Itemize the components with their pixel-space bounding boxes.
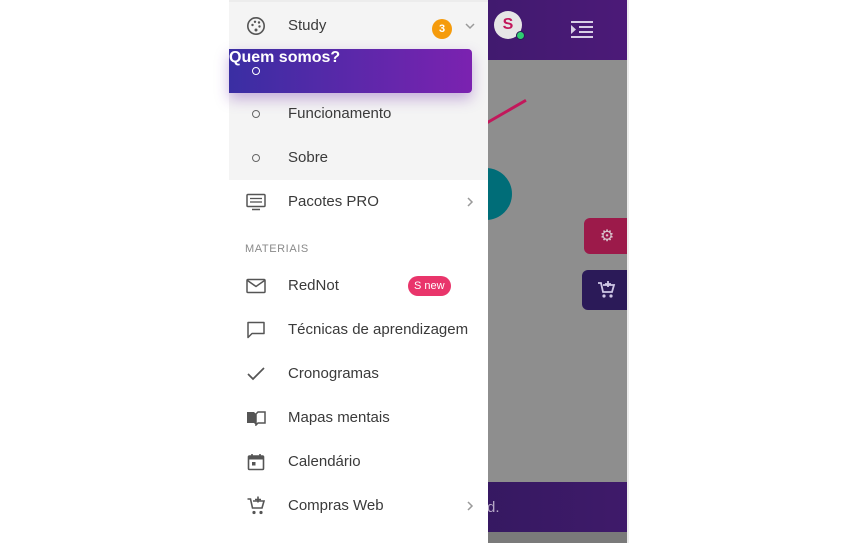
nav-subitem-label: Quem somos?: [229, 49, 341, 66]
calendar-icon: [246, 452, 266, 472]
nav-item-pacotes-pro[interactable]: Pacotes PRO: [229, 180, 488, 224]
chevron-right-icon: [467, 197, 474, 207]
cart-add-icon: [598, 281, 616, 298]
circle-bullet-icon: [252, 67, 260, 75]
cart-add-icon: [246, 496, 266, 516]
nav-item-cronogramas[interactable]: Cronogramas: [229, 352, 488, 396]
section-title-materiais: MATERIAIS: [245, 243, 309, 255]
nav-item-calendario[interactable]: Calendário: [229, 440, 488, 484]
settings-float-button[interactable]: ⚙: [584, 218, 627, 254]
gear-icon: ⚙: [599, 228, 615, 245]
book-open-icon: [246, 408, 266, 428]
chevron-down-icon: [465, 23, 475, 30]
circle-bullet-icon: [252, 154, 260, 162]
nav-subitem-label: Sobre: [288, 149, 329, 166]
menu-toggle-icon[interactable]: [571, 20, 593, 40]
nav-item-label: Mapas mentais: [288, 409, 390, 426]
nav-item-label: RedNot: [288, 277, 339, 294]
chat-bubble-icon: [246, 320, 266, 340]
nav-item-label: Cronogramas: [288, 365, 379, 382]
nav-item-study[interactable]: Study 3: [229, 4, 488, 48]
nav-subitem-funcionamento[interactable]: Funcionamento: [229, 92, 488, 136]
navigation-drawer: Study 3 Quem somos? Funcionamento Sobre …: [229, 0, 488, 543]
nav-item-compras-web[interactable]: Compras Web: [229, 484, 488, 528]
palette-icon: [246, 16, 266, 36]
check-icon: [246, 364, 266, 384]
nav-subitem-label: Funcionamento: [288, 105, 392, 122]
footer-text: d.: [487, 499, 500, 516]
nav-subitem-quem-somos[interactable]: Quem somos?: [229, 49, 472, 93]
nav-item-label: Calendário: [288, 453, 361, 470]
new-badge: S new: [408, 276, 451, 296]
monitor-list-icon: [246, 192, 266, 212]
nav-item-label: Pacotes PRO: [288, 193, 379, 210]
nav-item-label: Técnicas de aprendizagem: [288, 321, 469, 338]
cart-float-button[interactable]: [582, 270, 627, 310]
study-count-badge: 3: [432, 19, 452, 39]
nav-subitem-sobre[interactable]: Sobre: [229, 136, 488, 180]
mail-icon: [246, 276, 266, 296]
nav-item-tecnicas[interactable]: Técnicas de aprendizagem: [229, 308, 488, 352]
online-status-dot: [516, 31, 525, 40]
nav-item-mapas-mentais[interactable]: Mapas mentais: [229, 396, 488, 440]
nav-item-study-label: Study: [288, 17, 327, 34]
chevron-right-icon: [467, 501, 474, 511]
circle-bullet-icon: [252, 110, 260, 118]
nav-item-label: Compras Web: [288, 497, 384, 514]
